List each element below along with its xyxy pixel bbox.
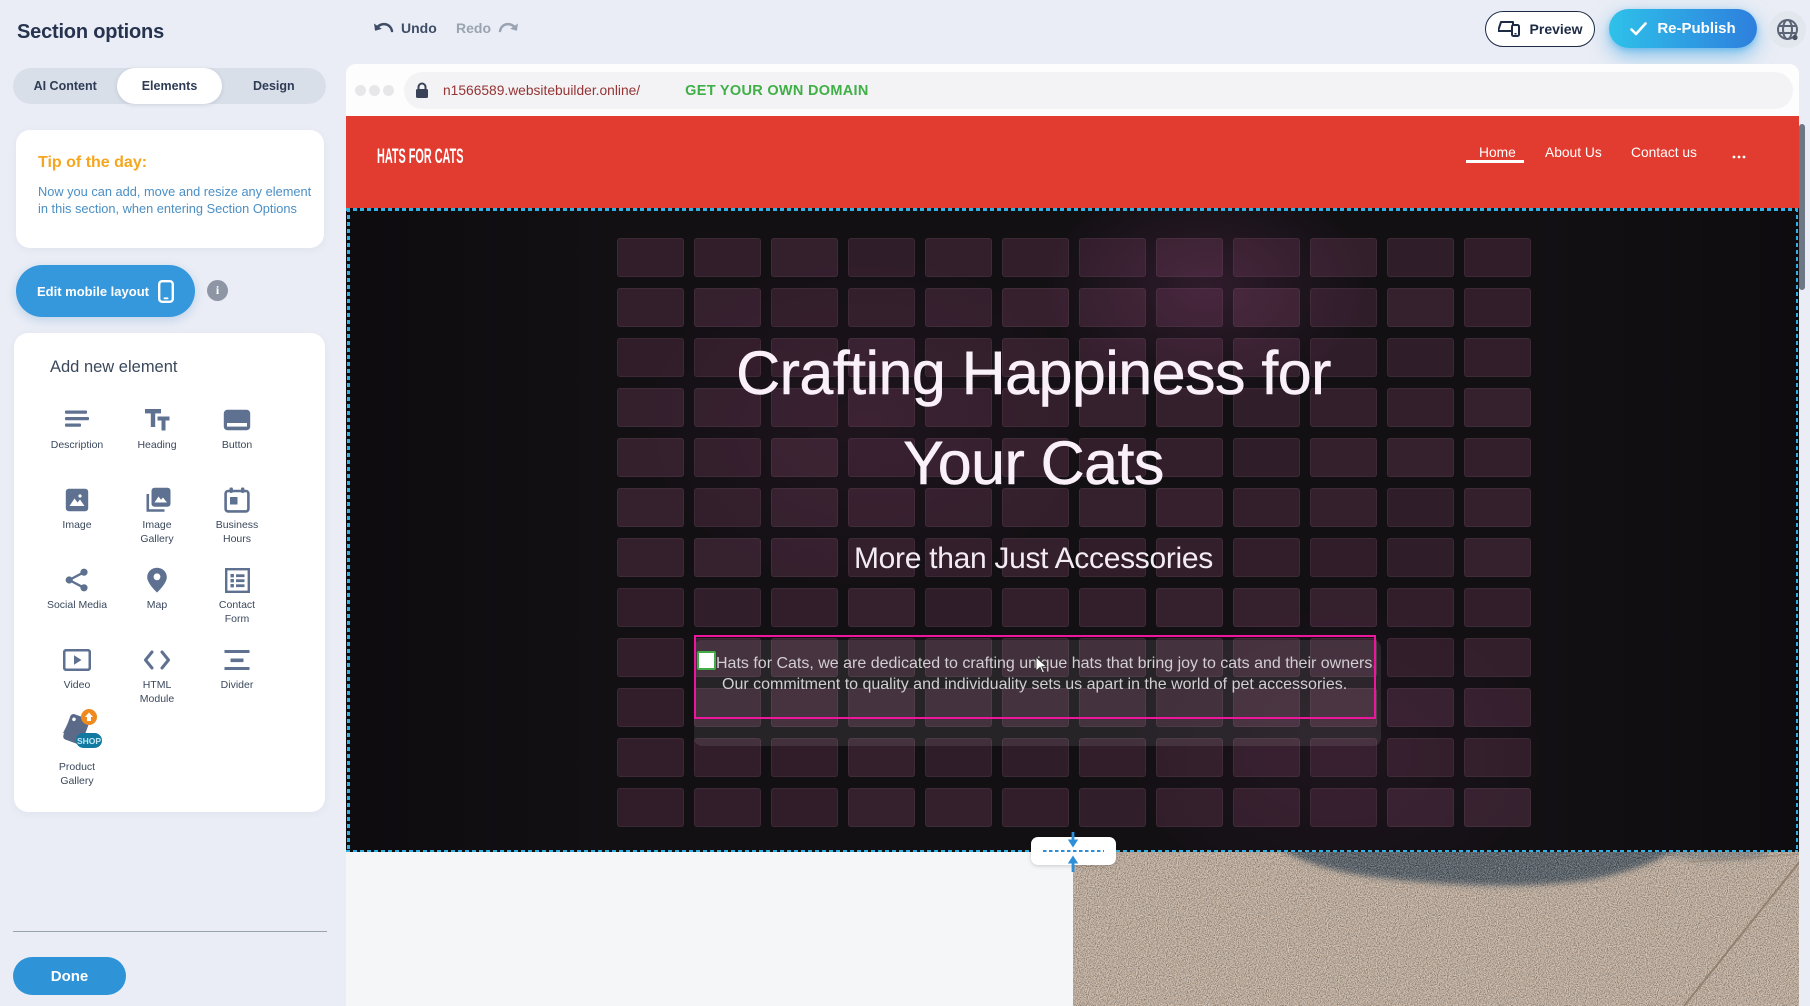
svg-text:SHOP: SHOP (77, 736, 101, 746)
